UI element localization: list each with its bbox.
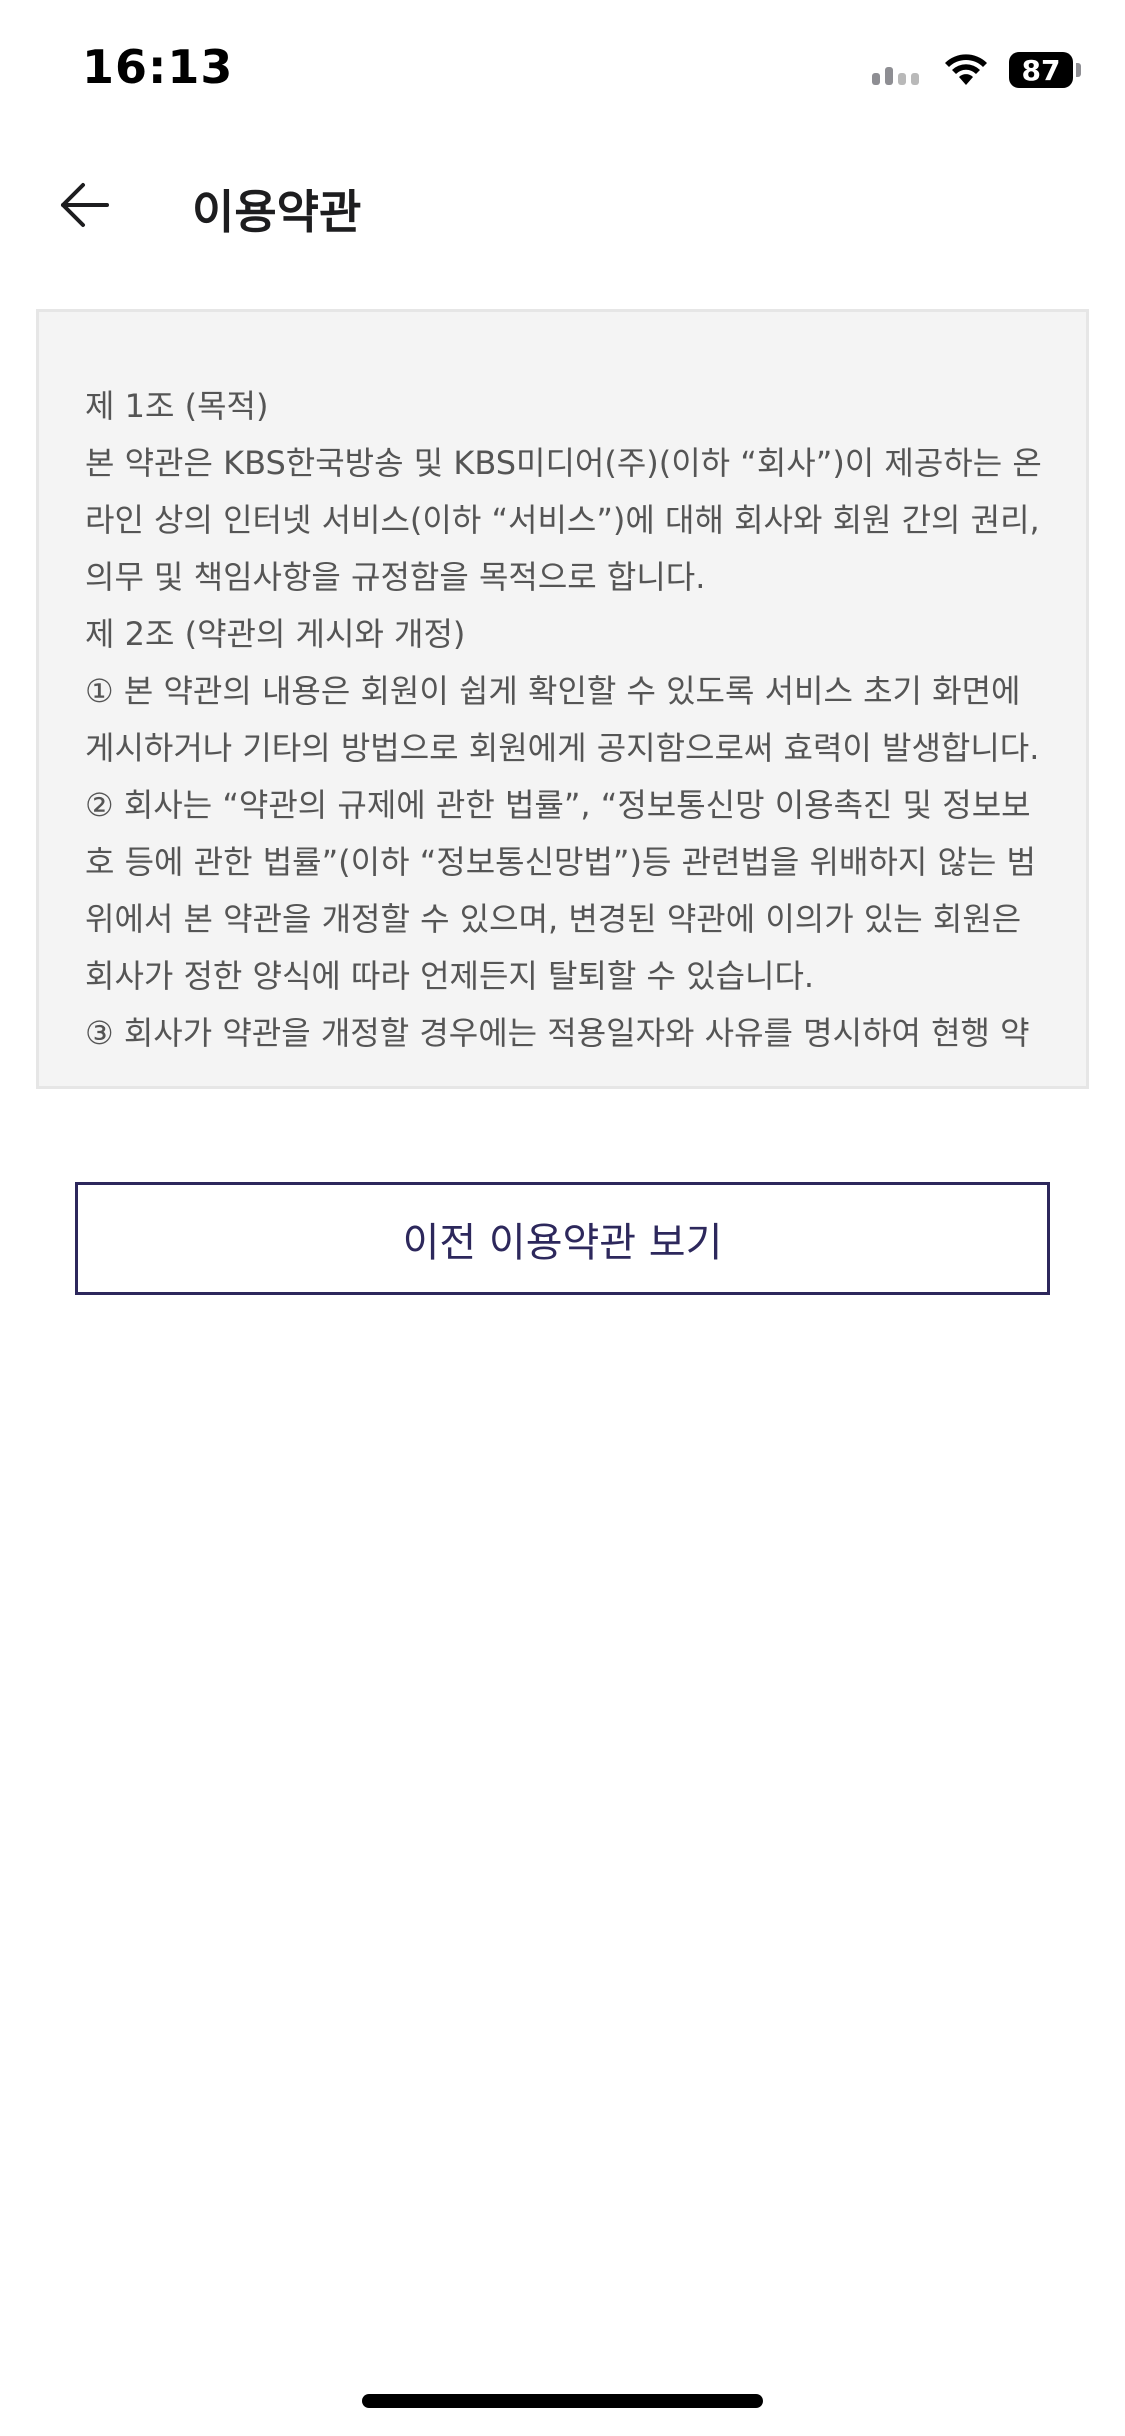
terms-line: 제 1조 (목적) xyxy=(85,387,269,425)
terms-line: 회사가 정한 양식에 따라 언제든지 탈퇴할 수 있습니다. xyxy=(85,957,815,995)
status-time: 16:13 xyxy=(82,40,234,94)
screen: 16:13 87 이용약관 제 1조 (목적) 본 약관은 KBS한국방송 및 … xyxy=(0,0,1125,2436)
arrow-left-icon xyxy=(61,183,109,227)
terms-line: 의무 및 책임사항을 규정함을 목적으로 합니다. xyxy=(85,558,706,596)
terms-line: 제 2조 (약관의 게시와 개정) xyxy=(85,615,466,653)
back-button[interactable] xyxy=(50,172,120,238)
page-title: 이용약관 xyxy=(192,185,362,239)
terms-line: 게시하거나 기타의 방법으로 회원에게 공지함으로써 효력이 발생합니다. xyxy=(85,729,1040,767)
terms-line: ① 본 약관의 내용은 회원이 쉽게 확인할 수 있도록 서비스 초기 화면에 xyxy=(85,672,1021,710)
header: 이용약관 xyxy=(0,150,1125,260)
status-icons: 87 xyxy=(872,50,1081,90)
terms-line: 본 약관은 KBS한국방송 및 KBS미디어(주)(이하 “회사”)이 제공하는… xyxy=(85,444,1042,482)
terms-line: 위에서 본 약관을 개정할 수 있으며, 변경된 약관에 이의가 있는 회원은 xyxy=(85,900,1022,938)
battery-icon: 87 xyxy=(1009,52,1081,88)
wifi-icon xyxy=(945,54,987,85)
terms-scroll-area[interactable]: 제 1조 (목적) 본 약관은 KBS한국방송 및 KBS미디어(주)(이하 “… xyxy=(85,378,1047,1086)
home-indicator[interactable] xyxy=(362,2394,763,2408)
terms-line: 호 등에 관한 법률”(이하 “정보통신망법”)등 관련법을 위배하지 않는 범 xyxy=(85,843,1036,881)
battery-body: 87 xyxy=(1009,52,1073,88)
battery-cap xyxy=(1076,63,1081,77)
status-bar: 16:13 87 xyxy=(0,0,1125,132)
terms-line: ② 회사는 “약관의 규제에 관한 법률”, “정보통신망 이용촉진 및 정보보 xyxy=(85,786,1031,824)
terms-content-box[interactable]: 제 1조 (목적) 본 약관은 KBS한국방송 및 KBS미디어(주)(이하 “… xyxy=(36,309,1089,1089)
battery-level: 87 xyxy=(1021,53,1061,87)
cellular-signal-icon xyxy=(872,55,919,85)
terms-line: 라인 상의 인터넷 서비스(이하 “서비스”)에 대해 회사와 회원 간의 권리… xyxy=(85,501,1040,539)
terms-line: ③ 회사가 약관을 개정할 경우에는 적용일자와 사유를 명시하여 현행 약 xyxy=(85,1014,1030,1052)
terms-text: 제 1조 (목적) 본 약관은 KBS한국방송 및 KBS미디어(주)(이하 “… xyxy=(85,378,1047,1086)
prev-terms-button[interactable]: 이전 이용약관 보기 xyxy=(75,1182,1050,1295)
